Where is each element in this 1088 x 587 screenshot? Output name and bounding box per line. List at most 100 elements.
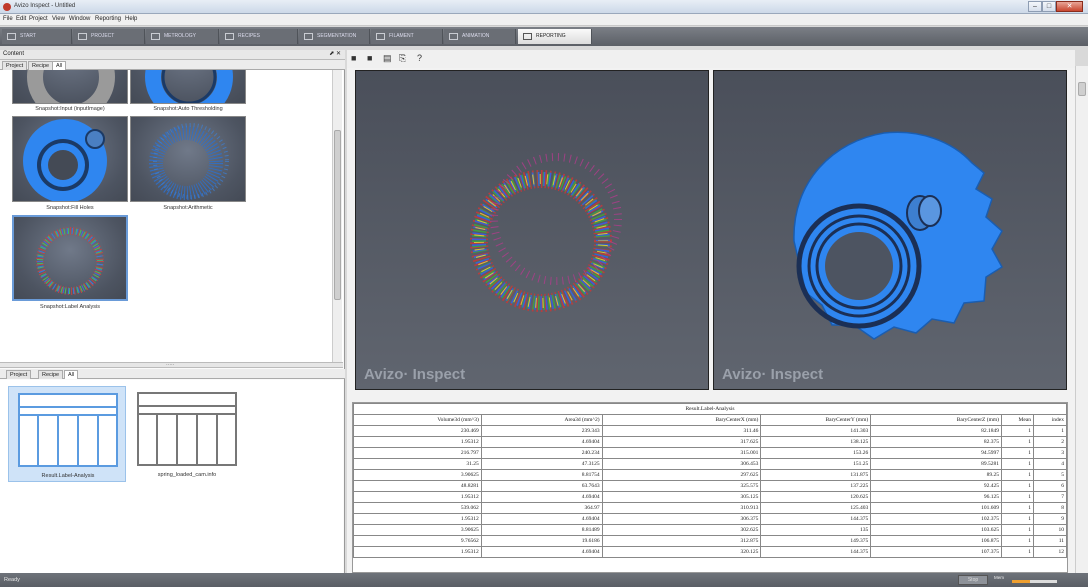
tab-animation[interactable]: ANIMATION — [444, 29, 516, 44]
report-toolbar: ■ ■ ▤ ⎘ ? — [347, 50, 1075, 68]
table-row[interactable]: 9.76562 19.6186 312.875 149.375 106.875 1 11 — [353, 535, 1067, 547]
table-cell: 48.8281 — [353, 480, 482, 492]
trash-icon[interactable]: ▤ — [383, 53, 392, 64]
table-row[interactable]: 1.95312 4.69404 305.125 120.625 96.125 1 7 — [353, 491, 1067, 503]
table-icon — [137, 392, 237, 466]
object-spring-loaded-cam-info[interactable]: spring_loaded_cam.info — [128, 386, 246, 482]
table-cell: 3.90625 — [353, 469, 482, 481]
column-header[interactable]: Volume3d (mm^3) — [353, 414, 482, 426]
menu-edit[interactable]: Edit — [16, 16, 26, 22]
table-row[interactable]: 31.25 47.3125 306.453 151.25 89.5281 1 4 — [353, 458, 1067, 470]
menu-file[interactable]: File — [3, 16, 13, 22]
minimize-button[interactable]: – — [1028, 1, 1042, 12]
reporting-scrollbar-thumb[interactable] — [1078, 82, 1086, 96]
table-cell: 1 — [1032, 425, 1067, 437]
tab-reporting[interactable]: REPORTING — [518, 29, 592, 44]
menu-window[interactable]: Window — [69, 16, 90, 22]
result-table-pane[interactable]: Result.Label-Analysis Volume3d (mm^3) Ar… — [352, 402, 1068, 573]
tab-segmentation[interactable]: SEGMENTATION — [299, 29, 370, 44]
panel-splitter[interactable]: ..... — [0, 361, 343, 368]
gear-render — [793, 131, 1004, 340]
table-cell: 1 — [1001, 546, 1034, 558]
subtab-project[interactable]: Project — [6, 370, 32, 379]
column-header[interactable]: Area3d (mm^2) — [480, 414, 603, 426]
gear-image — [145, 70, 233, 103]
table-cell: 8 — [1032, 502, 1067, 514]
snapshot-thumb-input[interactable] — [12, 70, 128, 104]
tab-project[interactable]: PROJECT — [73, 29, 145, 44]
snapshot-thumb-fill-holes[interactable] — [12, 116, 128, 202]
table-cell: 1 — [1001, 491, 1034, 503]
tab-start[interactable]: START — [2, 29, 72, 44]
menu-reporting[interactable]: Reporting — [95, 16, 121, 22]
labels-image — [36, 227, 104, 295]
snapshot-thumb-arithmetic[interactable] — [130, 116, 246, 202]
table-row[interactable]: 1.95312 4.69404 306.375 144.375 102.375 1 9 — [353, 513, 1067, 525]
save-icon[interactable]: ■ — [367, 53, 372, 63]
tab-metrology[interactable]: METROLOGY — [146, 29, 219, 44]
viewer-fill-holes[interactable]: Avizo· Inspect — [713, 70, 1067, 390]
table-row[interactable]: 3.90625 8.81489 302.625 135 103.625 1 10 — [353, 524, 1067, 536]
maximize-button[interactable]: □ — [1042, 1, 1056, 12]
table-row[interactable]: 230.469 239.343 311.46 141.303 82.1849 1 1 — [353, 425, 1067, 437]
table-row[interactable]: 539.062 364.97 310.913 125.403 101.609 1 8 — [353, 502, 1067, 514]
table-cell: 297.625 — [601, 469, 762, 481]
export-icon[interactable]: ⎘ — [399, 53, 406, 64]
gallery-scrollbar[interactable] — [332, 70, 342, 362]
viewer-brand-watermark: Avizo· Inspect — [364, 366, 466, 383]
snapshot-label: Snapshot:Auto Thresholding — [153, 106, 223, 112]
viewer-label-analysis[interactable]: Avizo· Inspect — [355, 70, 709, 390]
column-header[interactable]: index — [1032, 414, 1067, 426]
snapshot-gallery: Snapshot:Input (inputImage) Snapshot:Aut… — [0, 70, 343, 362]
table-cell: 216.797 — [353, 447, 482, 459]
table-row[interactable]: 1.95312 4.69404 320.125 144.375 107.375 1 12 — [353, 546, 1067, 558]
subtab-all[interactable]: All — [52, 61, 67, 70]
table-cell: 5 — [1032, 469, 1067, 481]
table-row[interactable]: 48.8281 63.7643 325.575 137.225 92.425 1 6 — [353, 480, 1067, 492]
menu-project[interactable]: Project — [29, 16, 48, 22]
table-cell: 240.234 — [480, 447, 603, 459]
table-cell: 315.001 — [601, 447, 762, 459]
table-cell: 19.6186 — [480, 535, 603, 547]
close-button[interactable]: ✕ — [1056, 1, 1083, 12]
snapshot-label: Snapshot:Label Analysis — [40, 304, 100, 310]
column-header[interactable]: BaryCenterX (mm) — [601, 414, 762, 426]
object-result-label-analysis[interactable]: Result.Label-Analysis — [8, 386, 126, 482]
table-cell: 9 — [1032, 513, 1067, 525]
subtab-all[interactable]: All — [64, 370, 79, 379]
table-cell: 144.375 — [760, 546, 872, 558]
panel-float-close-buttons[interactable]: ⬈ ✕ — [329, 50, 341, 57]
table-cell: 138.125 — [760, 436, 872, 448]
gallery-scrollbar-thumb[interactable] — [334, 130, 341, 300]
table-cell: 144.375 — [760, 513, 872, 525]
table-cell: 310.913 — [601, 502, 762, 514]
subtab-project[interactable]: Project — [2, 61, 28, 70]
content-panel-header: Content ⬈ ✕ — [0, 50, 345, 60]
table-cell: 103.625 — [870, 524, 1003, 536]
tab-recipes[interactable]: RECIPES — [220, 29, 298, 44]
menu-bar: File Edit Project View Window Reporting … — [0, 14, 1088, 26]
reporting-scrollbar[interactable] — [1075, 66, 1088, 573]
subtab-recipe[interactable]: Recipe — [38, 370, 64, 379]
snapshot-thumb-label-analysis[interactable] — [12, 215, 128, 301]
table-cell: 1.95312 — [353, 513, 482, 525]
menu-help[interactable]: Help — [125, 16, 137, 22]
table-row[interactable]: 216.797 240.234 315.001 153.26 94.5997 1 3 — [353, 447, 1067, 459]
table-row[interactable]: 1.95312 4.69404 317.625 138.125 82.375 1 2 — [353, 436, 1067, 448]
start-icon — [7, 33, 16, 40]
table-cell: 325.575 — [601, 480, 762, 492]
column-header[interactable]: Mean — [1001, 414, 1034, 426]
column-header[interactable]: BaryCenterY (mm) — [760, 414, 872, 426]
table-row[interactable]: 3.90625 8.81754 297.625 131.875 89.25 1 5 — [353, 469, 1067, 481]
tab-filament[interactable]: FILAMENT — [371, 29, 443, 44]
stop-button[interactable]: Stop — [958, 575, 988, 585]
help-icon[interactable]: ? — [417, 53, 422, 63]
subtab-recipe[interactable]: Recipe — [28, 61, 54, 70]
menu-view[interactable]: View — [52, 16, 65, 22]
table-cell: 1.95312 — [353, 546, 482, 558]
column-header[interactable]: BaryCenterZ (mm) — [870, 414, 1003, 426]
memory-bar-fill — [1012, 580, 1030, 583]
snapshot-thumb-auto-thresholding[interactable] — [130, 70, 246, 104]
table-cell: 1.95312 — [353, 491, 482, 503]
folder-open-icon[interactable]: ■ — [351, 53, 356, 63]
